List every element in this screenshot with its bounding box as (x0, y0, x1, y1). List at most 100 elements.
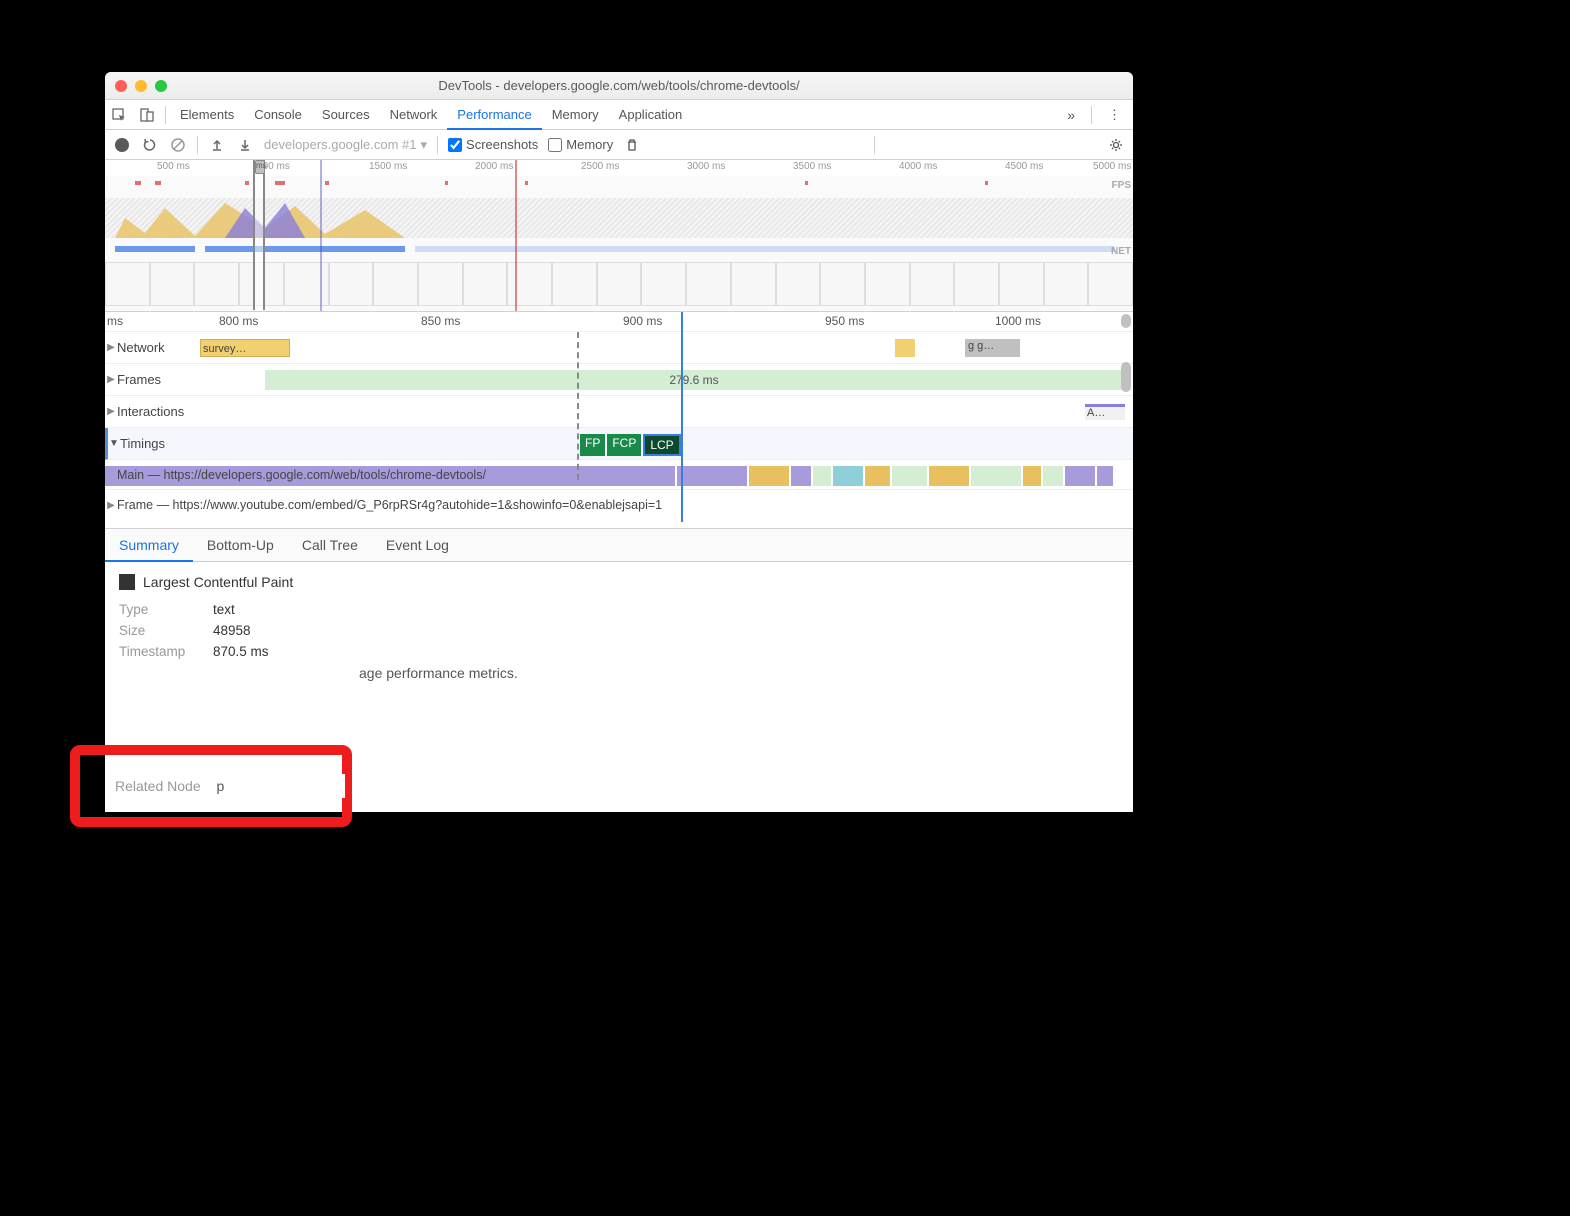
track-label: Frames (117, 372, 161, 387)
flame-chart[interactable]: ms 800 ms 850 ms 900 ms 950 ms 1000 ms ▶… (105, 312, 1133, 520)
ftick: 800 ms (219, 314, 258, 328)
recording-select[interactable]: developers.google.com #1 ▾ (264, 137, 427, 153)
network-bar[interactable]: g g… (965, 339, 1020, 357)
separator (197, 136, 198, 154)
row-key: Related Node (115, 778, 201, 794)
tick: 3500 ms (793, 161, 831, 172)
separator (1091, 106, 1092, 124)
tab-application[interactable]: Application (609, 100, 693, 130)
row-value: 48958 (213, 623, 251, 638)
track-interactions[interactable]: ▶ Interactions A… (105, 396, 1133, 428)
summary-row-size: Size 48958 (119, 623, 1119, 638)
track-frame[interactable]: ▶ Frame — https://www.youtube.com/embed/… (105, 490, 1133, 520)
screenshots-input[interactable] (448, 138, 462, 152)
tab-network[interactable]: Network (380, 100, 448, 130)
ftick: 1000 ms (995, 314, 1041, 328)
dtab-bottom-up[interactable]: Bottom-Up (193, 528, 288, 562)
interaction-bar[interactable]: A… (1085, 404, 1125, 420)
separator (437, 136, 438, 154)
expand-icon[interactable]: ▶ (105, 342, 117, 353)
more-tabs-icon[interactable]: » (1055, 107, 1087, 123)
tab-memory[interactable]: Memory (542, 100, 609, 130)
row-value: text (213, 602, 235, 617)
dtab-event-log[interactable]: Event Log (372, 528, 463, 562)
overview-panel[interactable]: 500 ms 000 ms 1500 ms 2000 ms 2500 ms 30… (105, 160, 1133, 312)
traffic-lights (115, 80, 167, 92)
ftick: 850 ms (421, 314, 460, 328)
track-label: Main — https://developers.google.com/web… (117, 468, 486, 482)
tab-sources[interactable]: Sources (312, 100, 380, 130)
recording-select-label: developers.google.com #1 (264, 137, 417, 152)
memory-checkbox[interactable]: Memory (548, 137, 613, 152)
reload-icon[interactable] (141, 136, 159, 154)
tick: 4000 ms (899, 161, 937, 172)
detail-tabbar: Summary Bottom-Up Call Tree Event Log (105, 528, 1133, 562)
scrollbar-thumb[interactable] (1121, 362, 1131, 392)
tab-console[interactable]: Console (244, 100, 312, 130)
memory-input[interactable] (548, 138, 562, 152)
kebab-menu-icon[interactable]: ⋮ (1096, 107, 1133, 123)
handle-grip[interactable]: ms (255, 160, 265, 174)
color-swatch (119, 574, 135, 590)
tab-performance[interactable]: Performance (447, 100, 541, 130)
timing-badges: FP FCP LCP (580, 434, 681, 456)
dtab-summary[interactable]: Summary (105, 528, 193, 562)
devtools-tabbar: Elements Console Sources Network Perform… (105, 100, 1133, 130)
inspect-icon[interactable] (105, 101, 133, 129)
track-timings[interactable]: ▼ Timings FP FCP LCP (105, 428, 1133, 460)
tick: 2500 ms (581, 161, 619, 172)
frame-bar[interactable]: 279.6 ms (265, 370, 1123, 390)
trash-icon[interactable] (623, 136, 641, 154)
chevron-down-icon: ▾ (421, 137, 428, 153)
summary-row-type: Type text (119, 602, 1119, 617)
expand-icon[interactable]: ▶ (105, 500, 117, 511)
row-value: 870.5 ms (213, 644, 269, 659)
track-label: Network (117, 340, 165, 355)
devtools-window: DevTools - developers.google.com/web/too… (105, 72, 1133, 812)
fp-badge[interactable]: FP (580, 434, 605, 456)
summary-header: Largest Contentful Paint (119, 574, 1119, 590)
download-icon[interactable] (236, 136, 254, 154)
separator (165, 106, 166, 124)
track-label: Interactions (117, 404, 184, 419)
tab-elements[interactable]: Elements (170, 100, 244, 130)
minimize-icon[interactable] (135, 80, 147, 92)
collapse-icon[interactable]: ▼ (108, 438, 120, 449)
track-network[interactable]: ▶ Network survey… g g… (105, 332, 1133, 364)
record-icon[interactable] (113, 136, 131, 154)
network-bar[interactable] (895, 339, 915, 357)
fcp-badge[interactable]: FCP (607, 434, 641, 456)
scrollbar-thumb[interactable] (1121, 314, 1131, 328)
track-main[interactable]: ▶ Main — https://developers.google.com/w… (105, 460, 1133, 490)
range-handle[interactable]: ms (253, 160, 265, 310)
summary-panel: Largest Contentful Paint Type text Size … (105, 562, 1133, 693)
expand-icon[interactable]: ▶ (105, 406, 117, 417)
ftick: ms (107, 314, 123, 328)
summary-row-related-node: Related Node p (115, 774, 345, 798)
window-title: DevTools - developers.google.com/web/too… (105, 78, 1133, 93)
tick: 2000 ms (475, 161, 513, 172)
network-bar[interactable]: survey… (200, 339, 290, 357)
row-value[interactable]: p (217, 778, 225, 794)
lcp-badge[interactable]: LCP (643, 434, 680, 456)
marker-line (515, 160, 517, 311)
row-key: Timestamp (119, 644, 203, 659)
separator (874, 136, 875, 154)
track-frames[interactable]: ▶ Frames 279.6 ms (105, 364, 1133, 396)
ftick: 900 ms (623, 314, 662, 328)
screenshots-label: Screenshots (466, 137, 538, 152)
gear-icon[interactable] (1107, 136, 1125, 154)
summary-title: Largest Contentful Paint (143, 574, 293, 590)
row-key: Size (119, 623, 203, 638)
dtab-call-tree[interactable]: Call Tree (288, 528, 372, 562)
track-label: Frame — https://www.youtube.com/embed/G_… (117, 498, 662, 512)
titlebar: DevTools - developers.google.com/web/too… (105, 72, 1133, 100)
device-toggle-icon[interactable] (133, 101, 161, 129)
zoom-icon[interactable] (155, 80, 167, 92)
tick: 4500 ms (1005, 161, 1043, 172)
upload-icon[interactable] (208, 136, 226, 154)
close-icon[interactable] (115, 80, 127, 92)
clear-icon[interactable] (169, 136, 187, 154)
expand-icon[interactable]: ▶ (105, 374, 117, 385)
screenshots-checkbox[interactable]: Screenshots (448, 137, 538, 152)
